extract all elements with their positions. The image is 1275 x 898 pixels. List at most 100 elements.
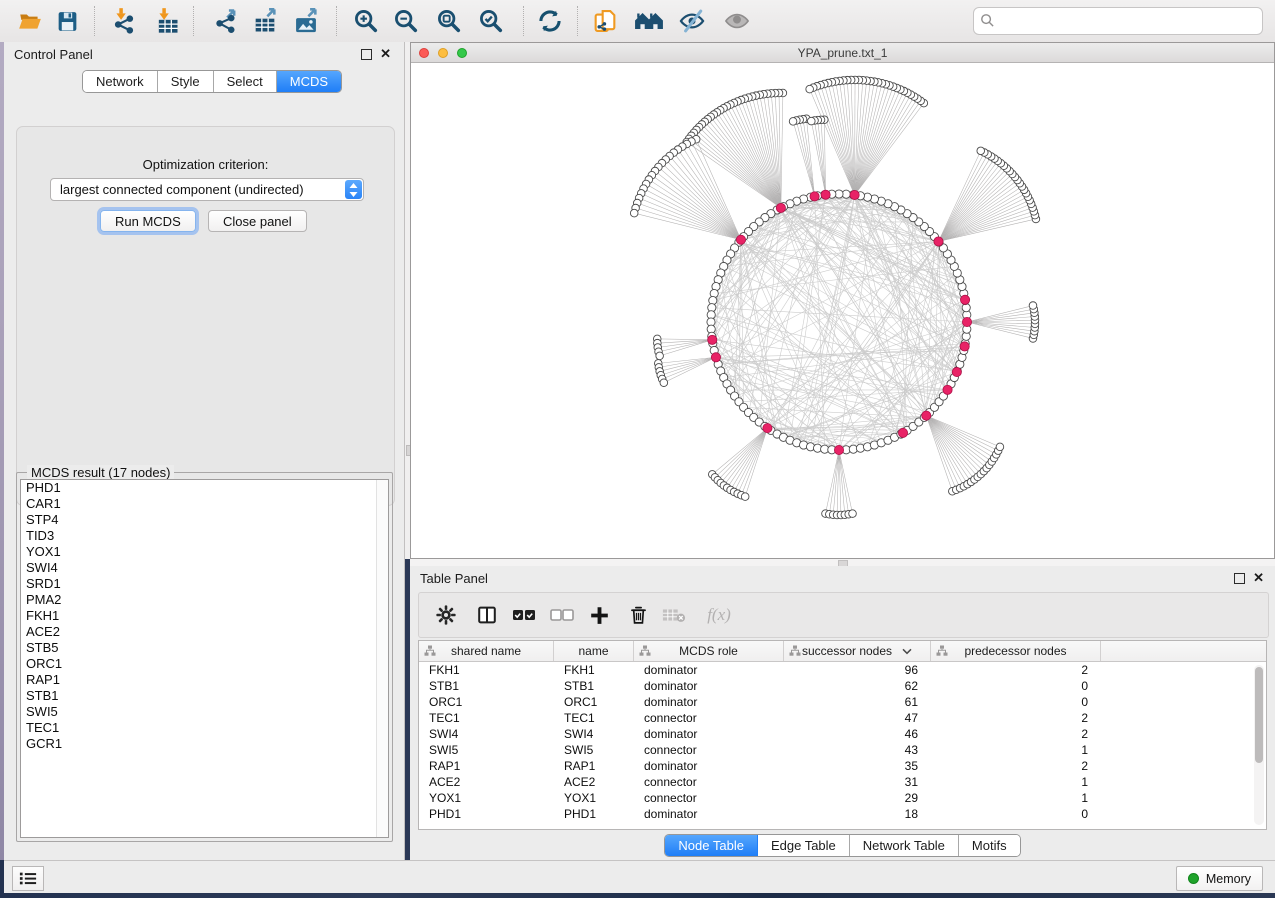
list-scrollbar[interactable] — [376, 480, 388, 837]
optimization-criterion-select[interactable]: largest connected component (undirected) — [50, 178, 364, 201]
close-panel-icon[interactable]: ✕ — [1253, 571, 1264, 584]
network-dominator-node[interactable] — [736, 235, 745, 244]
export-table-button[interactable] — [248, 4, 282, 38]
table-row[interactable]: ACE2ACE2connector311 — [419, 774, 1266, 790]
network-dominator-node[interactable] — [952, 367, 961, 376]
horizontal-splitter[interactable] — [410, 559, 1275, 566]
network-node[interactable] — [660, 379, 668, 387]
table-row[interactable]: STB1STB1dominator620 — [419, 678, 1266, 694]
network-dominator-node[interactable] — [922, 411, 931, 420]
network-node[interactable] — [996, 443, 1004, 451]
table-row[interactable]: ORC1ORC1dominator610 — [419, 694, 1266, 710]
tab-motifs[interactable]: Motifs — [959, 835, 1020, 856]
mcds-result-item[interactable]: RAP1 — [21, 672, 388, 688]
mcds-result-item[interactable]: TID3 — [21, 528, 388, 544]
column-header-predecessor-nodes[interactable]: predecessor nodes — [931, 641, 1101, 661]
network-node[interactable] — [741, 493, 749, 501]
network-dominator-node[interactable] — [711, 353, 720, 362]
network-dominator-node[interactable] — [934, 237, 943, 246]
network-dominator-node[interactable] — [763, 424, 772, 433]
table-row[interactable]: RAP1RAP1dominator352 — [419, 758, 1266, 774]
network-dominator-node[interactable] — [850, 190, 859, 199]
export-image-button[interactable] — [289, 4, 323, 38]
function-builder-button[interactable]: f(x) — [699, 600, 739, 630]
mcds-result-item[interactable]: PMA2 — [21, 592, 388, 608]
tab-node-table[interactable]: Node Table — [665, 835, 758, 856]
zoom-in-button[interactable] — [349, 4, 383, 38]
network-dominator-node[interactable] — [960, 342, 969, 351]
open-session-button[interactable] — [13, 4, 47, 38]
tab-network[interactable]: Network — [83, 71, 158, 92]
search-input[interactable] — [1000, 9, 1259, 33]
show-columns-button[interactable] — [472, 600, 502, 630]
table-scrollbar[interactable] — [1254, 665, 1264, 825]
delete-table-button[interactable] — [659, 600, 689, 630]
network-node[interactable] — [977, 147, 985, 155]
mcds-result-item[interactable]: TEC1 — [21, 720, 388, 736]
column-header-name[interactable]: name — [554, 641, 634, 661]
column-header-shared-name[interactable]: shared name — [419, 641, 554, 661]
duplicate-network-button[interactable] — [588, 4, 622, 38]
float-window-icon[interactable] — [1234, 573, 1245, 584]
mcds-result-item[interactable]: STB5 — [21, 640, 388, 656]
network-window-titlebar[interactable]: YPA_prune.txt_1 — [411, 43, 1274, 63]
zoom-selected-button[interactable] — [474, 4, 508, 38]
mcds-result-item[interactable]: YOX1 — [21, 544, 388, 560]
table-row[interactable]: YOX1YOX1connector291 — [419, 790, 1266, 806]
hide-selected-button[interactable] — [675, 4, 709, 38]
network-dominator-node[interactable] — [943, 385, 952, 394]
import-table-button[interactable] — [150, 4, 184, 38]
mcds-result-item[interactable]: ORC1 — [21, 656, 388, 672]
network-node[interactable] — [630, 209, 638, 217]
show-all-button[interactable] — [720, 4, 754, 38]
mcds-result-item[interactable]: ACE2 — [21, 624, 388, 640]
tab-edge-table[interactable]: Edge Table — [758, 835, 850, 856]
tab-mcds[interactable]: MCDS — [277, 71, 341, 92]
column-header-MCDS-role[interactable]: MCDS role — [634, 641, 784, 661]
task-history-button[interactable] — [12, 866, 44, 891]
save-session-button[interactable] — [50, 4, 84, 38]
mcds-result-item[interactable]: GCR1 — [21, 736, 388, 752]
table-row[interactable]: SWI4SWI4dominator462 — [419, 726, 1266, 742]
table-row[interactable]: PHD1PHD1dominator180 — [419, 806, 1266, 822]
delete-column-button[interactable] — [623, 600, 653, 630]
column-header-successor-nodes[interactable]: successor nodes — [784, 641, 931, 661]
mcds-result-item[interactable]: STB1 — [21, 688, 388, 704]
unselect-all-button[interactable] — [547, 600, 577, 630]
mcds-result-item[interactable]: SWI4 — [21, 560, 388, 576]
float-window-icon[interactable] — [361, 49, 372, 60]
network-dominator-node[interactable] — [708, 335, 717, 344]
refresh-view-button[interactable] — [533, 4, 567, 38]
network-dominator-node[interactable] — [898, 428, 907, 437]
network-node[interactable] — [656, 352, 664, 360]
export-network-button[interactable] — [209, 4, 243, 38]
add-column-button[interactable] — [584, 600, 614, 630]
network-node[interactable] — [849, 510, 857, 518]
table-row[interactable]: TEC1TEC1connector472 — [419, 710, 1266, 726]
mcds-result-item[interactable]: STP4 — [21, 512, 388, 528]
mcds-result-item[interactable]: SRD1 — [21, 576, 388, 592]
scrollbar-thumb[interactable] — [1255, 667, 1263, 763]
network-dominator-node[interactable] — [834, 445, 843, 454]
select-all-button[interactable] — [509, 600, 539, 630]
close-panel-icon[interactable]: ✕ — [380, 47, 391, 60]
import-network-button[interactable] — [107, 4, 141, 38]
network-node[interactable] — [789, 118, 797, 126]
tab-style[interactable]: Style — [158, 71, 214, 92]
close-panel-button[interactable]: Close panel — [208, 210, 307, 232]
zoom-out-button[interactable] — [389, 4, 423, 38]
network-dominator-node[interactable] — [821, 190, 830, 199]
network-node[interactable] — [1029, 302, 1037, 310]
network-dominator-node[interactable] — [810, 192, 819, 201]
table-options-button[interactable] — [431, 600, 461, 630]
mcds-result-item[interactable]: SWI5 — [21, 704, 388, 720]
first-neighbors-button[interactable] — [632, 4, 666, 38]
mcds-result-item[interactable]: CAR1 — [21, 496, 388, 512]
network-dominator-node[interactable] — [960, 295, 969, 304]
network-node[interactable] — [808, 117, 816, 125]
mcds-result-item[interactable]: PHD1 — [21, 480, 388, 496]
zoom-fit-button[interactable] — [432, 4, 466, 38]
network-dominator-node[interactable] — [776, 203, 785, 212]
network-node[interactable] — [806, 85, 814, 93]
memory-button[interactable]: Memory — [1176, 866, 1263, 891]
